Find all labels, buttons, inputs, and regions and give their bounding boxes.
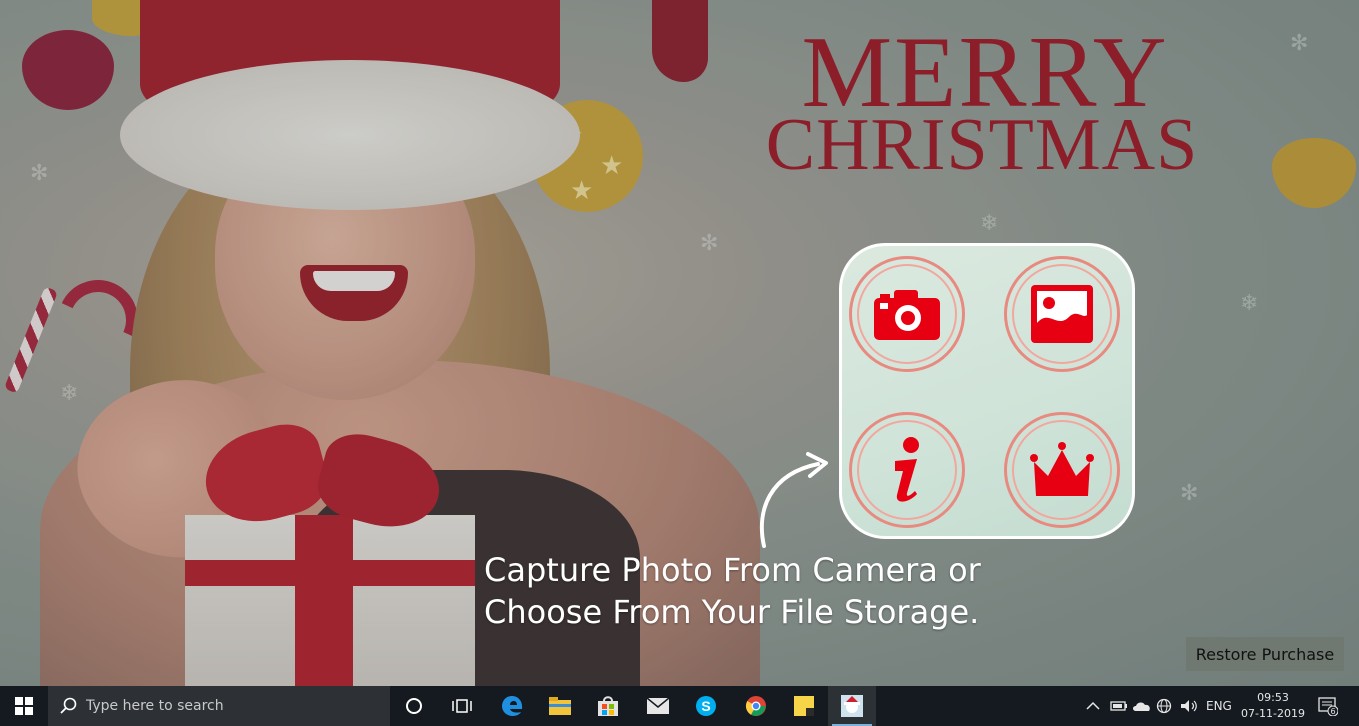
taskbar: Type here to search S ENG 09:53 07-11-20… bbox=[0, 686, 1359, 726]
skype-button[interactable]: S bbox=[682, 686, 730, 726]
file-explorer-icon bbox=[549, 697, 571, 715]
show-hidden-icons-button[interactable] bbox=[1086, 686, 1100, 726]
christmas-app-icon bbox=[841, 695, 863, 717]
network-tray-button[interactable] bbox=[1156, 686, 1172, 726]
snowflake-icon: ✻ bbox=[30, 160, 49, 185]
notification-icon: 6 bbox=[1318, 697, 1338, 716]
info-button[interactable] bbox=[849, 412, 965, 528]
start-button[interactable] bbox=[0, 686, 48, 726]
sticky-notes-icon bbox=[794, 696, 814, 716]
battery-icon bbox=[1110, 701, 1127, 711]
camera-icon bbox=[874, 290, 940, 340]
task-view-button[interactable] bbox=[438, 686, 486, 726]
snowflake-icon: ❄ bbox=[60, 380, 79, 405]
notification-count: 6 bbox=[1330, 707, 1335, 716]
curved-arrow-icon bbox=[759, 452, 828, 548]
volume-tray-button[interactable] bbox=[1180, 686, 1198, 726]
ornament-maroon bbox=[22, 30, 114, 110]
snowflake-icon: ✻ bbox=[1290, 30, 1309, 55]
app-window: ✻ ❄ ✻ ❄ ✻ ❄ ✻ ★ ★ ★ MERRY CHRISTMAS bbox=[0, 0, 1359, 686]
star-icon: ★ bbox=[570, 175, 594, 205]
chevron-up-icon bbox=[1086, 701, 1100, 710]
battery-tray-button[interactable] bbox=[1110, 686, 1128, 726]
santa-hat-fur bbox=[120, 60, 580, 210]
info-icon bbox=[895, 437, 919, 502]
clock-time: 09:53 bbox=[1257, 691, 1289, 704]
file-explorer-button[interactable] bbox=[536, 686, 584, 726]
caption-line-1: Capture Photo From Camera or bbox=[484, 551, 981, 589]
action-panel bbox=[839, 243, 1135, 539]
crown-icon bbox=[1030, 442, 1094, 496]
clock[interactable]: 09:53 07-11-2019 bbox=[1236, 690, 1310, 722]
candy-cane-icon bbox=[3, 286, 59, 394]
task-view-icon bbox=[452, 699, 472, 713]
svg-text:S: S bbox=[701, 698, 710, 714]
search-icon bbox=[60, 697, 77, 714]
language-indicator[interactable]: ENG bbox=[1206, 686, 1232, 726]
snowflake-icon: ✻ bbox=[1180, 480, 1199, 505]
star-icon: ★ bbox=[600, 150, 624, 180]
teeth bbox=[313, 271, 395, 291]
camera-button[interactable] bbox=[849, 256, 965, 372]
mail-icon bbox=[647, 698, 669, 714]
title-christmas: CHRISTMAS bbox=[765, 104, 1199, 186]
onedrive-tray-button[interactable] bbox=[1132, 686, 1152, 726]
search-placeholder: Type here to search bbox=[86, 698, 224, 714]
premium-button[interactable] bbox=[1004, 412, 1120, 528]
speaker-icon bbox=[1181, 700, 1197, 712]
edge-button[interactable] bbox=[488, 686, 536, 726]
chrome-button[interactable] bbox=[732, 686, 780, 726]
snowflake-icon: ❄ bbox=[1240, 290, 1259, 315]
snowflake-icon: ✻ bbox=[700, 230, 719, 255]
sticky-notes-button[interactable] bbox=[780, 686, 828, 726]
gallery-button[interactable] bbox=[1004, 256, 1120, 372]
cloud-icon bbox=[1133, 702, 1150, 711]
skype-icon: S bbox=[696, 696, 716, 716]
cortana-button[interactable] bbox=[390, 686, 438, 726]
chrome-icon bbox=[745, 696, 766, 716]
globe-icon bbox=[1156, 698, 1172, 714]
caption-line-2: Choose From Your File Storage. bbox=[484, 593, 980, 631]
mail-button[interactable] bbox=[634, 686, 682, 726]
stocking-icon bbox=[652, 0, 708, 82]
snowflake-icon: ❄ bbox=[980, 210, 999, 235]
restore-purchase-button[interactable]: Restore Purchase bbox=[1186, 637, 1344, 671]
store-icon bbox=[598, 696, 618, 716]
christmas-app-button[interactable] bbox=[828, 686, 876, 726]
store-button[interactable] bbox=[584, 686, 632, 726]
ornament-gold-right bbox=[1272, 138, 1356, 208]
gift-ribbon bbox=[185, 560, 475, 586]
cortana-icon bbox=[406, 698, 422, 714]
gift-ribbon bbox=[295, 515, 353, 686]
instruction-caption: Capture Photo From Camera or Choose From… bbox=[484, 549, 1084, 633]
clock-date: 07-11-2019 bbox=[1241, 707, 1305, 720]
action-center-button[interactable]: 6 bbox=[1318, 686, 1338, 726]
windows-logo-icon bbox=[15, 697, 33, 715]
taskbar-search-box[interactable]: Type here to search bbox=[48, 686, 390, 726]
edge-icon bbox=[502, 696, 523, 716]
image-icon bbox=[1031, 285, 1093, 343]
